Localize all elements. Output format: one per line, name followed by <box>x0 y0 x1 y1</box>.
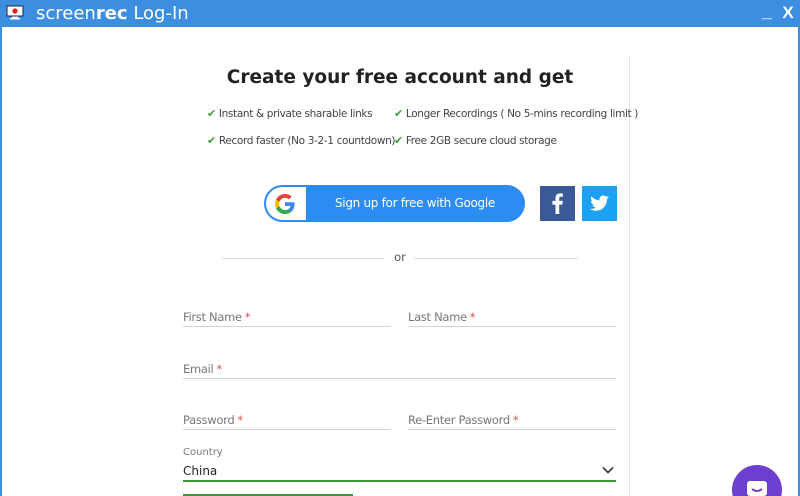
twitter-button[interactable] <box>582 186 617 221</box>
required-mark: * <box>469 310 476 324</box>
page-title: Create your free account and get <box>226 67 574 88</box>
feature-item: ✔ Free 2GB secure cloud storage <box>394 134 557 147</box>
divider-or-text: or <box>394 250 406 264</box>
google-g-icon <box>275 194 295 214</box>
feature-item: ✔ Record faster (No 3-2-1 countdown) <box>207 134 396 147</box>
feature-item: ✔ Longer Recordings ( No 5-mins recording… <box>394 107 638 120</box>
signup-panel: Create your free account and get ✔ Instan… <box>2 27 798 496</box>
google-signup-button[interactable]: Sign up for free with Google <box>264 185 525 222</box>
email-placeholder: Email * <box>183 362 222 376</box>
facebook-icon <box>552 193 563 214</box>
feature-item: ✔ Instant & private sharable links <box>207 107 373 120</box>
minimize-button[interactable]: _ <box>760 1 774 22</box>
chevron-down-icon <box>602 466 614 474</box>
chat-bubble-icon <box>747 481 767 496</box>
check-icon: ✔ <box>394 107 403 120</box>
title-brand-bold: rec <box>95 3 128 24</box>
window-title: screenrec Log-In <box>36 3 189 24</box>
twitter-icon <box>590 195 609 211</box>
password-placeholder: Password * <box>183 413 243 427</box>
required-mark: * <box>512 413 519 427</box>
feature-text: Longer Recordings ( No 5-mins recording … <box>405 108 639 120</box>
required-mark: * <box>244 310 251 324</box>
divider-line-right <box>414 258 578 259</box>
monitor-rec-icon <box>6 5 24 20</box>
feature-text: Record faster (No 3-2-1 countdown) <box>218 135 396 147</box>
last-name-placeholder: Last Name * <box>408 310 476 324</box>
facebook-button[interactable] <box>540 186 575 221</box>
country-label: Country <box>183 447 223 458</box>
chat-button[interactable] <box>732 465 782 496</box>
feature-text: Instant & private sharable links <box>218 108 373 120</box>
country-value: China <box>183 464 218 478</box>
password-field[interactable]: Password * <box>183 408 391 430</box>
last-name-field[interactable]: Last Name * <box>408 305 616 327</box>
check-icon: ✔ <box>394 134 403 147</box>
check-icon: ✔ <box>207 134 216 147</box>
country-select[interactable]: China <box>183 458 616 482</box>
re-password-placeholder: Re-Enter Password * <box>408 413 519 427</box>
check-icon: ✔ <box>207 107 216 120</box>
first-name-placeholder: First Name * <box>183 310 251 324</box>
email-field[interactable]: Email * <box>183 357 616 379</box>
title-brand-light: screen <box>36 3 96 24</box>
google-signup-label: Sign up for free with Google <box>334 196 495 210</box>
panel-divider <box>629 55 630 496</box>
title-rest: Log-In <box>127 3 189 24</box>
title-bar: screenrec Log-In _ X <box>0 0 800 27</box>
divider-line-left <box>222 258 384 259</box>
required-mark: * <box>237 413 243 427</box>
re-password-field[interactable]: Re-Enter Password * <box>408 408 616 430</box>
close-button[interactable]: X <box>781 3 795 23</box>
first-name-field[interactable]: First Name * <box>183 305 391 327</box>
required-mark: * <box>216 362 222 376</box>
feature-text: Free 2GB secure cloud storage <box>405 135 557 147</box>
google-icon-wrap <box>266 187 306 220</box>
